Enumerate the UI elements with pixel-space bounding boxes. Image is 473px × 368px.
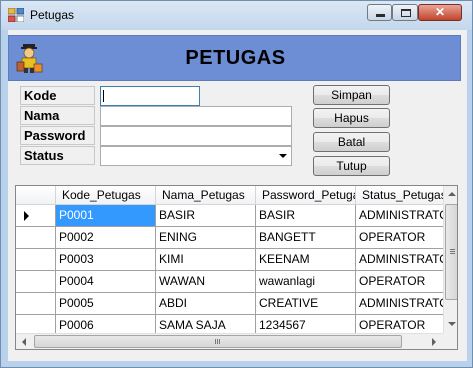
window-title: Petugas [30,8,75,22]
app-icon [8,8,24,22]
minimize-icon [376,14,385,17]
kode-label: Kode [20,86,95,105]
password-input[interactable] [100,126,292,146]
table-cell[interactable]: ADMINISTRATOR [356,205,456,227]
table-cell[interactable]: P0004 [56,271,156,293]
current-row-arrow-icon [24,211,29,221]
column-header[interactable]: Kode_Petugas [56,186,156,205]
app-window: Petugas ✕ PETUGAS Kode Nama Password Sta… [0,0,473,368]
grid-corner-header[interactable] [16,186,56,205]
kode-input[interactable] [100,86,200,106]
table-cell[interactable]: BASIR [156,205,256,227]
hapus-button[interactable]: Hapus [313,108,390,128]
row-header[interactable] [16,293,56,315]
table-cell[interactable]: P0003 [56,249,156,271]
close-icon: ✕ [434,5,446,19]
table-cell[interactable]: KEENAM [256,249,356,271]
table-cell[interactable]: ENING [156,227,256,249]
table-cell[interactable]: wawanlagi [256,271,356,293]
status-select[interactable] [100,146,292,166]
close-button[interactable]: ✕ [418,4,462,21]
page-title: PETUGAS [185,47,286,69]
title-bar[interactable]: Petugas ✕ [1,1,472,30]
header-panel: PETUGAS [8,35,461,81]
table-cell[interactable]: OPERATOR [356,271,456,293]
table-cell[interactable]: KIMI [156,249,256,271]
chevron-down-icon[interactable] [279,154,287,158]
row-header[interactable] [16,249,56,271]
row-header[interactable] [16,227,56,249]
row-header[interactable] [16,271,56,293]
table-cell[interactable]: BASIR [256,205,356,227]
petugas-data-grid[interactable]: Kode_Petugas Nama_Petugas Password_Petugas… [15,185,458,350]
column-header[interactable]: Nama_Petugas [156,186,256,205]
grip-icon [450,249,455,250]
vertical-scrollbar[interactable] [443,186,457,333]
table-cell[interactable]: P0002 [56,227,156,249]
table-cell[interactable]: P0001 [56,205,156,227]
table-cell[interactable]: ADMINISTRATOR [356,293,456,315]
status-label: Status [20,146,95,165]
table-cell[interactable]: BANGETT [256,227,356,249]
table-cell[interactable]: P0005 [56,293,156,315]
table-cell[interactable]: ABDI [156,293,256,315]
grid-viewport: Kode_Petugas Nama_Petugas Password_Petugas… [16,186,456,337]
table-cell[interactable]: ADMINISTRATOR [356,249,456,271]
horizontal-scrollbar[interactable] [16,333,443,349]
horizontal-scroll-thumb[interactable] [34,335,402,348]
vertical-scroll-thumb[interactable] [445,204,457,300]
simpan-button[interactable]: Simpan [313,85,390,105]
batal-button[interactable]: Batal [313,132,390,152]
scroll-up-icon[interactable] [444,186,457,203]
maximize-button[interactable] [392,4,418,21]
grip-icon [215,339,216,344]
nama-input[interactable] [100,106,292,126]
column-header[interactable]: Password_Petugas [256,186,356,205]
text-caret [103,90,104,102]
minimize-button[interactable] [367,4,392,21]
nama-label: Nama [20,106,95,125]
scroll-left-icon[interactable] [16,334,33,349]
scrollbar-corner [443,333,457,349]
maximize-icon [401,9,411,17]
table-cell[interactable]: CREATIVE [256,293,356,315]
table-cell[interactable]: OPERATOR [356,227,456,249]
table-cell[interactable]: WAWAN [156,271,256,293]
officer-icon [16,44,43,73]
password-label: Password [20,126,95,145]
tutup-button[interactable]: Tutup [313,156,390,176]
scroll-down-icon[interactable] [444,316,457,333]
column-header[interactable]: Status_Petugas [356,186,456,205]
row-header[interactable] [16,205,56,227]
form-client-area: PETUGAS Kode Nama Password Status Simpan [8,30,467,361]
scroll-right-icon[interactable] [426,334,443,349]
